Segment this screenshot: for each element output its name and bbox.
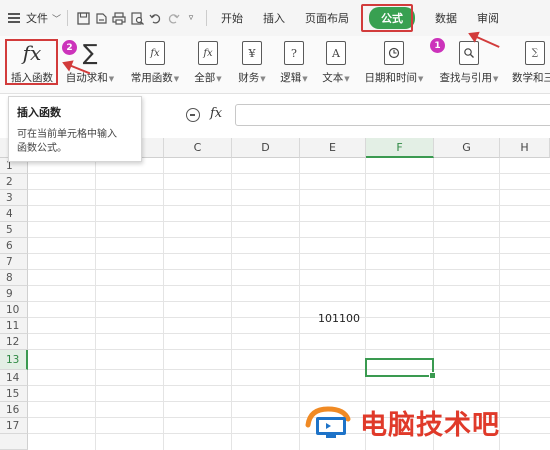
all-functions-icon: fx xyxy=(195,40,221,66)
grid-line xyxy=(28,269,550,270)
row-header[interactable]: 10 xyxy=(0,302,28,318)
tab-data[interactable]: 数据 xyxy=(425,0,467,36)
tooltip-title: 插入函数 xyxy=(17,106,61,119)
step-badge-1: 1 xyxy=(430,38,445,53)
grid-line xyxy=(163,158,164,450)
row-header[interactable]: 6 xyxy=(0,238,28,254)
export-icon[interactable] xyxy=(92,9,110,27)
date-time-button[interactable]: 日期和时间▼ xyxy=(362,36,426,94)
cell-e10[interactable]: 101100 xyxy=(318,312,360,325)
column-header-e[interactable]: E xyxy=(300,138,366,158)
grid-line xyxy=(28,333,550,334)
column-header-f[interactable]: F xyxy=(366,138,434,158)
finance-button[interactable]: ¥ 财务▼ xyxy=(234,36,270,94)
grid-line xyxy=(95,158,96,450)
tab-formulas[interactable]: 公式 xyxy=(359,0,425,36)
tooltip-description: 可在当前单元格中输入 函数公式。 xyxy=(17,129,117,154)
row-header[interactable]: 15 xyxy=(0,386,28,402)
watermark: 电脑技术吧 xyxy=(304,402,500,442)
grid-line xyxy=(28,189,550,190)
math-trig-button[interactable]: ∑ 数学和三 xyxy=(512,36,550,94)
divider xyxy=(206,10,208,26)
row-header[interactable] xyxy=(0,434,28,450)
row-header[interactable]: 7 xyxy=(0,254,28,270)
print-icon[interactable] xyxy=(110,9,128,27)
grid-line xyxy=(28,301,550,302)
row-header[interactable]: 4 xyxy=(0,206,28,222)
file-menu[interactable]: 文件 xyxy=(26,10,48,26)
formula-input[interactable] xyxy=(235,104,550,126)
grid-line xyxy=(28,237,550,238)
tab-page-layout[interactable]: 页面布局 xyxy=(295,0,359,36)
row-header[interactable]: 9 xyxy=(0,286,28,302)
tooltip: 插入函数 可在当前单元格中输入 函数公式。 xyxy=(8,96,142,162)
chevron-down-icon[interactable]: ﹀ xyxy=(52,12,61,25)
common-functions-icon: fx xyxy=(142,40,168,66)
ribbon: fx 插入函数 ∑ 自动求和▼ fx 常用函数▼ fx 全部▼ ¥ 财务▼ ? … xyxy=(0,36,550,94)
row-header[interactable]: 12 xyxy=(0,334,28,350)
column-header-h[interactable]: H xyxy=(500,138,550,158)
column-header-d[interactable]: D xyxy=(232,138,300,158)
grid-line xyxy=(28,221,550,222)
finance-icon: ¥ xyxy=(239,40,265,66)
row-header[interactable]: 8 xyxy=(0,270,28,286)
step-badge-2: 2 xyxy=(62,40,77,55)
text-icon: A xyxy=(323,40,349,66)
date-time-icon xyxy=(381,40,407,66)
watermark-text: 电脑技术吧 xyxy=(360,409,500,441)
grid-line xyxy=(28,369,550,370)
grid-line xyxy=(299,158,300,450)
row-header[interactable]: 5 xyxy=(0,222,28,238)
text-button[interactable]: A 文本▼ xyxy=(318,36,354,94)
grid-line xyxy=(28,317,550,318)
column-header-c[interactable]: C xyxy=(164,138,232,158)
print-preview-icon[interactable] xyxy=(128,9,146,27)
row-header[interactable]: 3 xyxy=(0,190,28,206)
row-header-selected[interactable]: 13 xyxy=(0,350,28,370)
tab-home[interactable]: 开始 xyxy=(211,0,253,36)
highlight-box xyxy=(361,4,414,32)
row-header[interactable]: 17 xyxy=(0,418,28,434)
watermark-logo-icon xyxy=(304,403,354,441)
undo-icon[interactable] xyxy=(146,9,164,27)
grid-line xyxy=(28,205,550,206)
divider xyxy=(67,10,69,26)
grid-line xyxy=(28,349,550,350)
grid-line xyxy=(231,158,232,450)
save-icon[interactable] xyxy=(74,9,92,27)
column-header-g[interactable]: G xyxy=(434,138,500,158)
redo-icon[interactable] xyxy=(164,9,182,27)
grid-line xyxy=(28,285,550,286)
highlight-box xyxy=(5,39,58,85)
zoom-out-icon[interactable] xyxy=(186,108,200,122)
lookup-icon xyxy=(456,40,482,66)
grid-line xyxy=(28,253,550,254)
row-header[interactable]: 14 xyxy=(0,370,28,386)
math-icon: ∑ xyxy=(522,40,548,66)
logic-icon: ? xyxy=(281,40,307,66)
all-functions-button[interactable]: fx 全部▼ xyxy=(190,36,226,94)
grid-line xyxy=(28,385,550,386)
fx-icon[interactable]: fx xyxy=(210,106,222,121)
customize-chevron-icon[interactable]: ▿ xyxy=(182,9,200,27)
grid-line xyxy=(28,173,550,174)
row-header[interactable]: 11 xyxy=(0,318,28,334)
tab-insert[interactable]: 插入 xyxy=(253,0,295,36)
menu-bar: 文件 ﹀ ▿ 开始 插入 页面布局 公式 数据 审阅 xyxy=(0,0,550,36)
row-header[interactable]: 2 xyxy=(0,174,28,190)
common-functions-button[interactable]: fx 常用函数▼ xyxy=(126,36,184,94)
row-header[interactable]: 16 xyxy=(0,402,28,418)
menu-icon[interactable] xyxy=(8,13,20,23)
sigma-icon: ∑ xyxy=(82,40,98,66)
logic-button[interactable]: ? 逻辑▼ xyxy=(276,36,312,94)
selected-cell-f13[interactable] xyxy=(365,358,436,379)
